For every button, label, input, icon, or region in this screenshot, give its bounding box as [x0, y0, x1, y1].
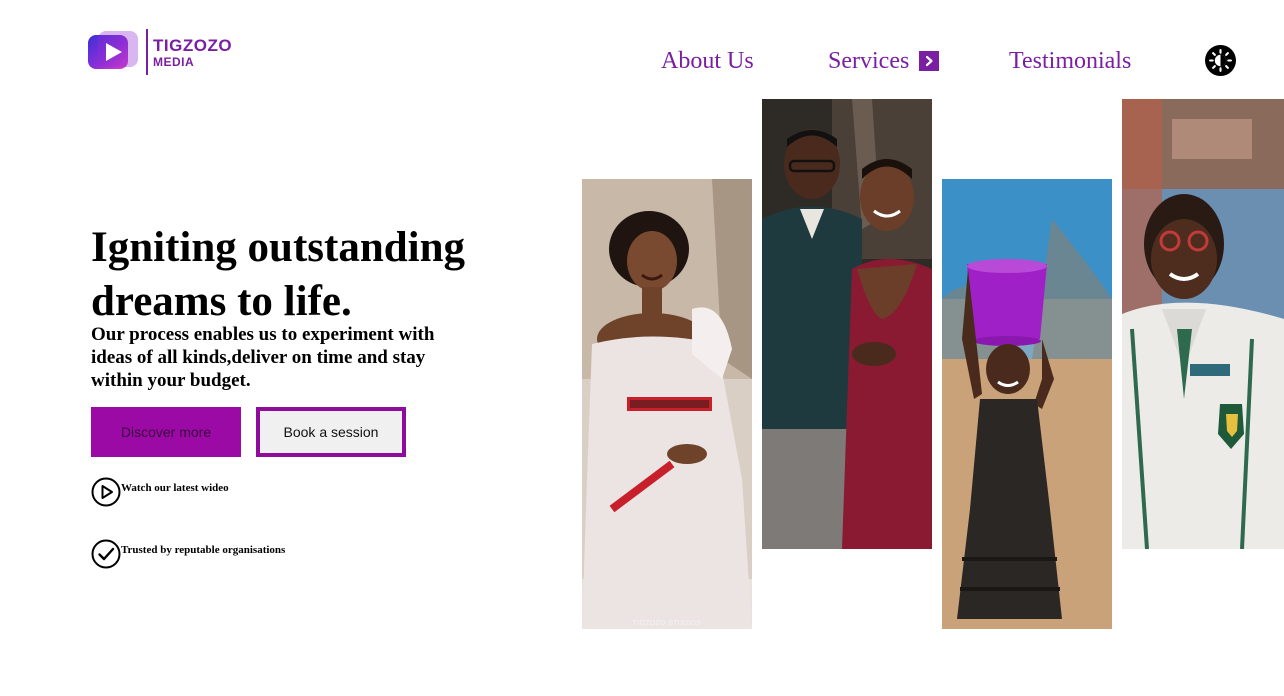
photo-couple: [762, 99, 932, 549]
hero-title: Igniting outstanding dreams to life.: [91, 224, 466, 325]
nav-testimonials[interactable]: Testimonials: [1009, 48, 1131, 75]
brand-name-line2: MEDIA: [153, 54, 195, 69]
photo-bride: TIGZOZO STUDIOS: [582, 179, 752, 629]
watch-video-label: Watch our latest wideo: [121, 482, 229, 494]
brand-name-line1: TIGZOZO: [153, 35, 233, 55]
play-circle-icon: [91, 477, 121, 507]
photo-student: [1122, 99, 1284, 549]
theme-toggle-button[interactable]: [1205, 45, 1236, 76]
check-circle-icon: [91, 539, 121, 569]
photo-girl: [942, 179, 1112, 629]
watch-video-link[interactable]: Watch our latest wideo: [91, 477, 229, 507]
book-session-button[interactable]: Book a session: [256, 407, 406, 457]
brightness-icon: [1209, 49, 1232, 72]
photo-watermark: TIGZOZO STUDIOS: [632, 620, 702, 627]
brand-logo[interactable]: TIGZOZO MEDIA: [88, 27, 248, 77]
chevron-right-icon[interactable]: [919, 51, 939, 71]
trusted-label: Trusted by reputable organisations: [121, 544, 286, 556]
trusted-badge: Trusted by reputable organisations: [91, 539, 285, 569]
brand-name: TIGZOZO MEDIA: [153, 37, 232, 68]
discover-more-button[interactable]: Discover more: [91, 407, 241, 457]
hero-subtitle: Our process enables us to experiment wit…: [91, 324, 435, 391]
logo-divider: [146, 29, 148, 75]
nav-about-us[interactable]: About Us: [661, 48, 754, 75]
play-logo-icon: [88, 31, 140, 73]
nav-services[interactable]: Services: [828, 48, 909, 75]
